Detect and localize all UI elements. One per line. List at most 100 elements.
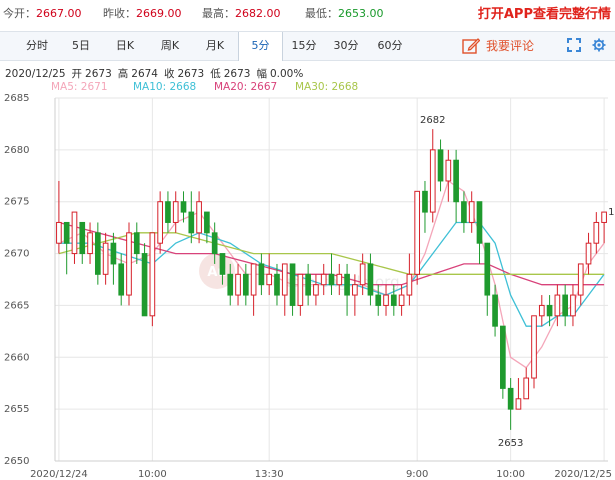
candle (196, 191, 202, 244)
candle (141, 243, 148, 317)
candle-body (313, 284, 319, 296)
candle (126, 222, 132, 306)
candle-body (468, 201, 475, 223)
candle-layer (56, 129, 607, 430)
candle-body (196, 201, 202, 234)
candle-body (492, 294, 498, 327)
candle (531, 315, 537, 389)
candle (56, 180, 62, 254)
candle-body (453, 159, 459, 203)
candle (305, 263, 311, 306)
candle-body (258, 263, 265, 286)
candle-body (437, 149, 444, 182)
candle (367, 253, 374, 306)
candle-body (266, 273, 273, 286)
candle (242, 263, 249, 306)
candle-body (593, 221, 600, 244)
candle-body (172, 201, 179, 223)
candle-body (102, 242, 109, 275)
candle-body (336, 273, 343, 286)
candle-body (414, 190, 421, 275)
candle-body (328, 273, 335, 286)
candle-body (476, 201, 483, 244)
candle-body (601, 211, 607, 223)
candle-body (500, 325, 506, 389)
candle-body (515, 398, 522, 410)
candle (406, 253, 413, 306)
candle-body (289, 263, 296, 306)
candle (63, 221, 70, 275)
candle-body (445, 159, 452, 182)
candle-body (383, 294, 389, 306)
candle (172, 191, 179, 233)
candle-body (126, 232, 132, 296)
candle-body (188, 211, 195, 234)
y-tick-label: 2665 (4, 300, 29, 311)
candle (570, 284, 576, 327)
candle-body (398, 294, 405, 306)
candle-body (577, 263, 584, 296)
candle (250, 263, 257, 316)
candle-body (56, 221, 62, 244)
y-tick-label: 2655 (4, 404, 29, 415)
candle (507, 378, 514, 430)
candle (157, 191, 163, 254)
candle (165, 191, 171, 233)
candle-body (406, 273, 413, 296)
candle-body (149, 232, 156, 317)
candle-body (204, 211, 210, 234)
candle-body (320, 273, 327, 286)
candle-body (141, 253, 148, 317)
candle-body (87, 232, 93, 255)
candle (453, 149, 459, 223)
candle-body (507, 387, 514, 410)
price-annotation: 1 (608, 207, 614, 218)
candle (500, 325, 506, 399)
candle (414, 190, 421, 285)
candle-body (429, 149, 436, 213)
candle-body (157, 201, 163, 244)
candle (71, 211, 78, 264)
kline-chart[interactable]: Au quote.cngold.org 268226531 2650265526… (0, 0, 615, 480)
candle (344, 263, 350, 316)
candle-body (281, 263, 288, 296)
candle (577, 263, 584, 306)
candle-body (219, 253, 226, 275)
x-tick-label: 13:30 (255, 469, 284, 480)
candle (204, 211, 210, 244)
y-tick-label: 2685 (4, 93, 29, 104)
candle (468, 191, 475, 233)
candle-body (484, 242, 491, 296)
candle (422, 180, 428, 233)
candle (515, 378, 522, 410)
candle (484, 242, 491, 316)
candle (476, 201, 483, 264)
candle-body (133, 232, 140, 255)
candle (149, 232, 156, 327)
candle (601, 211, 607, 244)
x-tick-label: 9:00 (406, 469, 428, 480)
candle-body (344, 273, 350, 296)
candle (87, 222, 93, 264)
candle-body (227, 273, 234, 296)
candle-body (422, 190, 428, 213)
candle-body (71, 211, 78, 255)
candle (593, 212, 600, 254)
candle-body (562, 294, 568, 317)
candle (79, 221, 86, 264)
candle-body (165, 201, 171, 223)
candle (266, 253, 273, 296)
candle-body (531, 315, 537, 379)
candle (429, 129, 436, 223)
candle-body (305, 273, 311, 296)
candle-body (95, 232, 101, 275)
candle-body (297, 273, 304, 306)
candle (562, 284, 568, 327)
x-tick-label: 10:00 (138, 469, 167, 480)
candle (258, 253, 265, 296)
candle-body (250, 263, 257, 296)
y-tick-label: 2675 (4, 197, 29, 208)
candle (110, 232, 117, 285)
candle (281, 263, 288, 316)
candle-body (274, 273, 280, 296)
